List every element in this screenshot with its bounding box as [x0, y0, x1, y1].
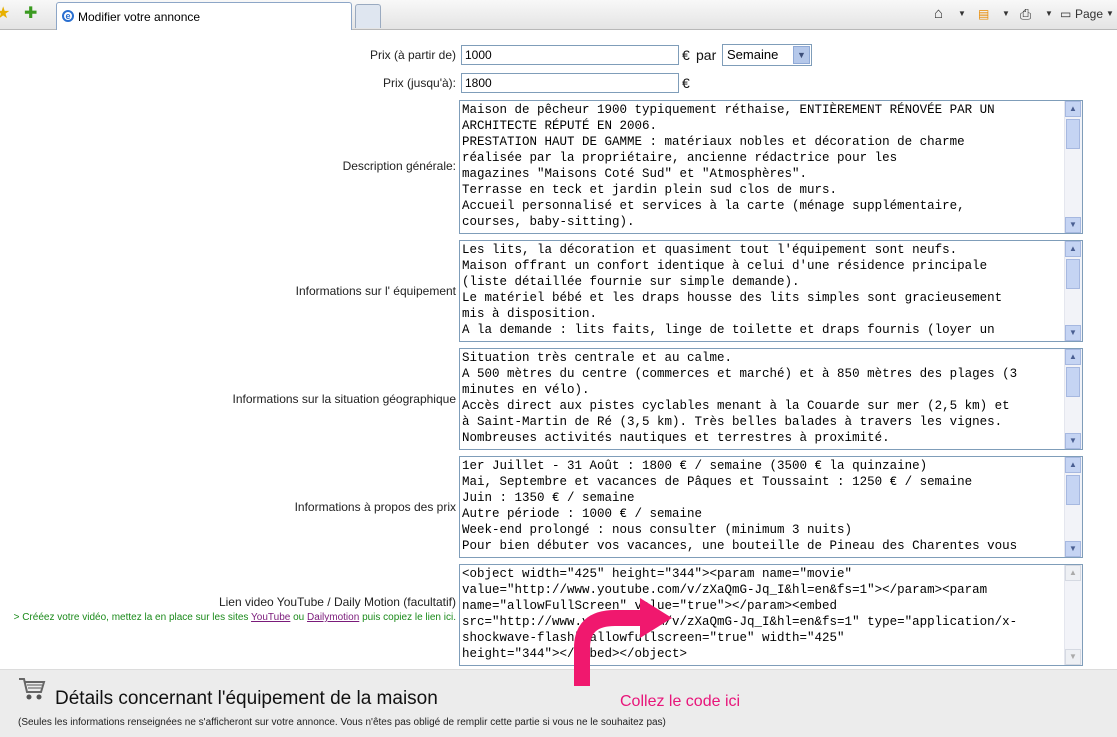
page-dropdown-icon[interactable]: ▼ — [1106, 6, 1114, 22]
scroll-up-icon[interactable]: ▲ — [1065, 101, 1081, 117]
help-prefix: > Crééez votre vidéo, mettez la en place… — [13, 612, 249, 623]
scroll-thumb[interactable] — [1066, 367, 1080, 397]
page-menu[interactable]: Page — [1075, 6, 1103, 22]
chevron-down-icon[interactable]: ▼ — [793, 46, 810, 64]
equipment-label: Informations sur l' équipement — [295, 284, 456, 298]
price-from-currency: € — [682, 47, 690, 63]
prices-info-textarea[interactable]: 1er Juillet - 31 Août : 1800 € / semaine… — [459, 456, 1083, 558]
video-embed-text: <object width="425" height="344"><param … — [462, 567, 1018, 661]
print-icon[interactable]: ⎙ — [1020, 6, 1031, 22]
prices-info-label: Informations à propos des prix — [294, 500, 456, 514]
print-dropdown-icon[interactable]: ▼ — [1045, 6, 1053, 22]
new-tab-button[interactable] — [355, 4, 381, 28]
scroll-up-icon[interactable]: ▲ — [1065, 457, 1081, 473]
help-or: ou — [293, 612, 305, 623]
home-icon[interactable]: ⌂ — [934, 6, 943, 22]
help-suffix: puis copiez le lien ici. — [362, 612, 456, 623]
scrollbar[interactable]: ▲ ▼ — [1064, 457, 1082, 557]
video-label: Lien video YouTube / Daily Motion (facul… — [218, 595, 456, 609]
equipment-text: Les lits, la décoration et quasiment tou… — [462, 243, 1003, 337]
equipment-textarea[interactable]: Les lits, la décoration et quasiment tou… — [459, 240, 1083, 342]
tab-modifier-annonce[interactable]: e Modifier votre annonce — [56, 2, 352, 30]
scroll-thumb[interactable] — [1066, 475, 1080, 505]
location-textarea[interactable]: Situation très centrale et au calme. A 5… — [459, 348, 1083, 450]
price-from-label: Prix (à partir de) — [369, 48, 456, 62]
scroll-up-icon[interactable]: ▲ — [1065, 565, 1081, 581]
location-label: Informations sur la situation géographiq… — [232, 392, 456, 406]
video-help-text: > Crééez votre vidéo, mettez la en place… — [0, 611, 456, 624]
scroll-down-icon[interactable]: ▼ — [1065, 649, 1081, 665]
scroll-up-icon[interactable]: ▲ — [1065, 349, 1081, 365]
description-text: Maison de pêcheur 1900 typiquement rétha… — [462, 103, 995, 229]
location-text: Situation très centrale et au calme. A 5… — [462, 351, 1018, 445]
price-per-label: par — [696, 47, 717, 63]
scroll-down-icon[interactable]: ▼ — [1065, 433, 1081, 449]
prices-info-text: 1er Juillet - 31 Août : 1800 € / semaine… — [462, 459, 1018, 553]
scroll-up-icon[interactable]: ▲ — [1065, 241, 1081, 257]
price-to-input[interactable]: 1800 — [461, 73, 679, 93]
scrollbar[interactable]: ▲ ▼ — [1064, 241, 1082, 341]
page-icon: ▭ — [1060, 7, 1072, 21]
description-textarea[interactable]: Maison de pêcheur 1900 typiquement rétha… — [459, 100, 1083, 234]
scroll-thumb[interactable] — [1066, 259, 1080, 289]
dailymotion-link[interactable]: Dailymotion — [307, 612, 359, 623]
price-to-label: Prix (jusqu'à): — [383, 76, 456, 90]
ie-page-icon: e — [62, 10, 74, 22]
scrollbar[interactable]: ▲ ▼ — [1064, 565, 1082, 665]
feeds-icon[interactable]: ▤ — [978, 6, 989, 22]
section-note: (Seules les informations renseignées ne … — [18, 717, 666, 728]
annotation-arrow-icon — [574, 598, 672, 686]
scroll-down-icon[interactable]: ▼ — [1065, 325, 1081, 341]
price-from-input[interactable]: 1000 — [461, 45, 679, 65]
shopping-cart-icon — [19, 678, 46, 700]
scroll-down-icon[interactable]: ▼ — [1065, 541, 1081, 557]
scroll-down-icon[interactable]: ▼ — [1065, 217, 1081, 233]
youtube-link[interactable]: YouTube — [251, 612, 290, 623]
description-label: Description générale: — [342, 159, 456, 173]
scrollbar[interactable]: ▲ ▼ — [1064, 349, 1082, 449]
video-embed-textarea[interactable]: <object width="425" height="344"><param … — [459, 564, 1083, 666]
section-title: Détails concernant l'équipement de la ma… — [55, 688, 438, 709]
annotation-text: Collez le code ici — [620, 693, 741, 710]
home-dropdown-icon[interactable]: ▼ — [958, 6, 966, 22]
favorites-star-icon[interactable]: ★ — [0, 5, 10, 23]
feeds-dropdown-icon[interactable]: ▼ — [1002, 6, 1010, 22]
scrollbar[interactable]: ▲ ▼ — [1064, 101, 1082, 233]
equipment-details-section: Détails concernant l'équipement de la ma… — [0, 669, 1117, 737]
scroll-thumb[interactable] — [1066, 119, 1080, 149]
period-select[interactable]: Semaine ▼ — [722, 44, 812, 66]
add-favorite-icon[interactable]: ✚ — [24, 5, 37, 23]
price-to-currency: € — [682, 75, 690, 91]
period-select-value: Semaine — [727, 47, 779, 62]
browser-toolbar: ★ ✚ e Modifier votre annonce ⌂ ▼ ▤ ▼ ⎙ ▼… — [0, 0, 1117, 30]
tab-label: Modifier votre annonce — [78, 10, 201, 24]
